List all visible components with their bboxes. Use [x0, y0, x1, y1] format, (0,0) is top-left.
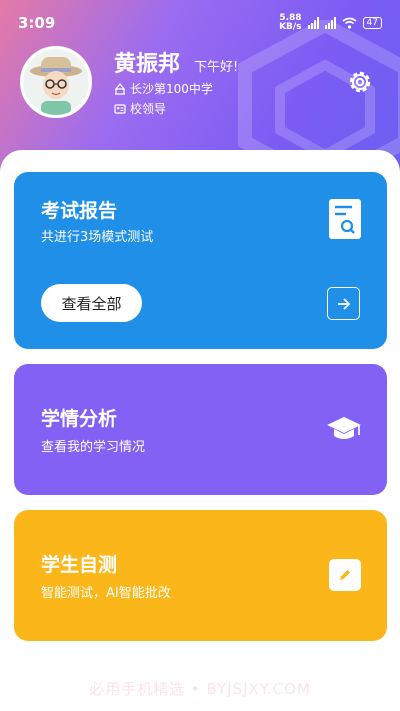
- pencil-icon: [340, 570, 350, 580]
- card-title: 考试报告: [41, 200, 118, 222]
- network-speed: 5.88 KB/s: [279, 13, 302, 32]
- hd-signal-icon: [307, 17, 319, 29]
- graduation-cap-icon: [327, 417, 361, 439]
- school-name: 长沙第100中学: [130, 82, 213, 96]
- user-name: 黄振邦: [114, 52, 181, 77]
- view-all-button[interactable]: 查看全部: [41, 284, 142, 322]
- card-subtitle: 智能测试，AI智能批改: [41, 586, 171, 601]
- id-card-icon: [114, 103, 126, 114]
- hd-signal-icon: [324, 17, 336, 29]
- arrow-right-button[interactable]: [327, 287, 360, 320]
- wifi-icon: [342, 17, 357, 29]
- watermark: 必用手机精选 • BYJSJXY.COM: [89, 680, 311, 698]
- status-time: 3:09: [18, 14, 56, 32]
- role-info: 校领导: [114, 100, 166, 117]
- card-subtitle: 查看我的学习情况: [41, 440, 146, 455]
- school-building-icon: [114, 82, 126, 95]
- status-bar: 3:09 5.88 KB/s 47: [0, 0, 400, 46]
- document-search-icon: [329, 199, 361, 239]
- student-self-test-card[interactable]: 学生自测 智能测试，AI智能批改: [14, 510, 387, 641]
- card-title: 学生自测: [41, 554, 118, 576]
- avatar-illustration: [23, 49, 89, 115]
- gear-icon[interactable]: [346, 68, 374, 96]
- battery-icon: 47: [362, 17, 382, 29]
- learning-analysis-card[interactable]: 学情分析 查看我的学习情况: [14, 364, 387, 495]
- status-indicators: 5.88 KB/s 47: [279, 14, 382, 32]
- arrow-right-icon: [337, 297, 350, 310]
- exam-report-card[interactable]: 考试报告 共进行3场模式测试 查看全部: [14, 172, 387, 349]
- edit-icon: [329, 559, 361, 591]
- card-subtitle: 共进行3场模式测试: [41, 230, 154, 245]
- card-title: 学情分析: [41, 408, 118, 430]
- greeting-text: 下午好!: [194, 60, 239, 75]
- avatar[interactable]: [20, 46, 92, 118]
- role-label: 校领导: [130, 102, 167, 116]
- school-info: 长沙第100中学: [114, 80, 213, 97]
- main-content: 考试报告 共进行3场模式测试 查看全部 学情分析 查看我的学习情况 学生自测 智…: [0, 150, 400, 711]
